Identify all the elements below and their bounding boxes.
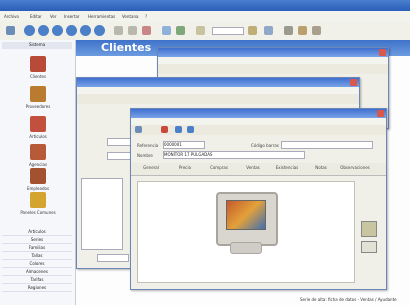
refresh-icon[interactable] [80,25,91,36]
tools-icon[interactable] [284,26,293,35]
forward-icon[interactable] [38,25,49,36]
list-item[interactable]: Regiones [2,284,72,292]
window-toolbar [131,125,386,135]
sidebar-item-articles[interactable]: Artículos [8,116,68,139]
menu-help[interactable]: ? [145,14,147,19]
agencies-icon [30,144,46,160]
articles-icon [30,116,46,132]
reference-field[interactable]: 0000001 [163,141,205,149]
tab-compras[interactable]: Compras [201,165,237,170]
window-titlebar [77,78,359,87]
sidebar-item-agencies[interactable]: Agencias [8,144,68,167]
form-tabs: General Precio Compras Ventas Existencia… [131,163,386,176]
sidebar-item-common-panels[interactable]: Paneles Comunes [8,192,68,215]
close-icon[interactable] [377,110,384,117]
image-button[interactable] [361,221,377,237]
status-bar: Serie de alta: ficha de datos - Ventas /… [300,297,397,302]
field-label: Nombre [137,153,153,158]
article-form-window[interactable]: Referencia 0000001 Código barras Nombre … [130,108,387,290]
name-field[interactable]: MONITOR 17 PULGADAS [163,151,305,159]
list-item[interactable]: Tallas [2,252,72,260]
list-item[interactable]: Series [2,236,72,244]
sidebar-item-suppliers[interactable]: Proveedores [8,86,68,109]
tab-ventas[interactable]: Ventas [235,165,271,170]
window-toolbar [158,64,388,74]
up-icon[interactable] [52,25,63,36]
list-item[interactable]: Tarifas [2,276,72,284]
print-icon[interactable] [248,26,257,35]
close-icon[interactable] [350,79,357,86]
sidebar-item-employees[interactable]: Empleados [8,168,68,191]
monitor-stand [230,242,262,254]
tab-existencias[interactable]: Existencias [269,165,305,170]
nav-icon[interactable] [187,126,194,133]
menu-ventana[interactable]: Ventana [122,14,138,19]
window-titlebar [131,109,386,118]
home-icon[interactable] [94,25,105,36]
sidebar-header: Sistema [2,42,72,49]
sort-icon[interactable] [196,26,205,35]
new-icon[interactable] [6,26,15,35]
copy-icon[interactable] [128,26,137,35]
list-item[interactable]: Colores [2,260,72,268]
common-panels-icon [30,192,46,208]
title-bar [0,0,410,11]
clients-icon [30,56,46,72]
field-label: Referencia [137,143,159,148]
sidebar-item-clients[interactable]: Clientes [8,56,68,79]
save-icon[interactable] [135,126,142,133]
barcode-field[interactable] [281,141,373,149]
down-icon[interactable] [66,25,77,36]
menu-editar[interactable]: Editar [30,14,42,19]
delete-icon[interactable] [142,26,151,35]
edit-icon[interactable] [114,26,123,35]
back-icon[interactable] [24,25,35,36]
refresh-data-icon[interactable] [176,26,185,35]
product-image-panel [137,181,355,283]
list-item[interactable]: Almacenes [2,268,72,276]
window-toolbar [77,94,359,104]
list-item[interactable]: Familias [2,244,72,252]
field-label: Código barras [251,143,279,148]
nav-icon[interactable] [175,126,182,133]
tab-general[interactable]: General [133,165,169,170]
tab-notas[interactable]: Notas [303,165,339,170]
section-title: Clientes [101,41,152,54]
employees-icon [30,168,46,184]
delete-icon[interactable] [161,126,168,133]
help-icon[interactable] [312,26,321,35]
menu-insertar[interactable]: Insertar [64,14,80,19]
menu-herramientas[interactable]: Herramientas [88,14,115,19]
suppliers-icon [30,86,46,102]
window-titlebar [158,48,388,57]
window-menubar [158,57,388,64]
tab-observaciones[interactable]: Observaciones [337,165,373,170]
monitor-screen [226,200,266,230]
window-menubar [77,87,359,94]
sidebar: Sistema Clientes Proveedores Artículos A… [0,40,76,305]
search-combo[interactable] [212,27,244,35]
clear-image-button[interactable] [361,241,377,253]
field[interactable] [97,254,129,262]
window-menubar [131,118,386,125]
menu-archivo[interactable]: Archivo [4,14,19,19]
tab-precio[interactable]: Precio [167,165,203,170]
folder-icon[interactable] [298,26,307,35]
filter-icon[interactable] [162,26,171,35]
close-icon[interactable] [379,49,386,56]
application-window: Archivo Editar Ver Insertar Herramientas… [0,0,410,305]
mail-icon[interactable] [264,26,273,35]
menu-ver[interactable]: Ver [50,14,57,19]
list-item[interactable]: Artículos [2,228,72,236]
list-box[interactable] [81,178,123,250]
main-toolbar [0,22,410,41]
